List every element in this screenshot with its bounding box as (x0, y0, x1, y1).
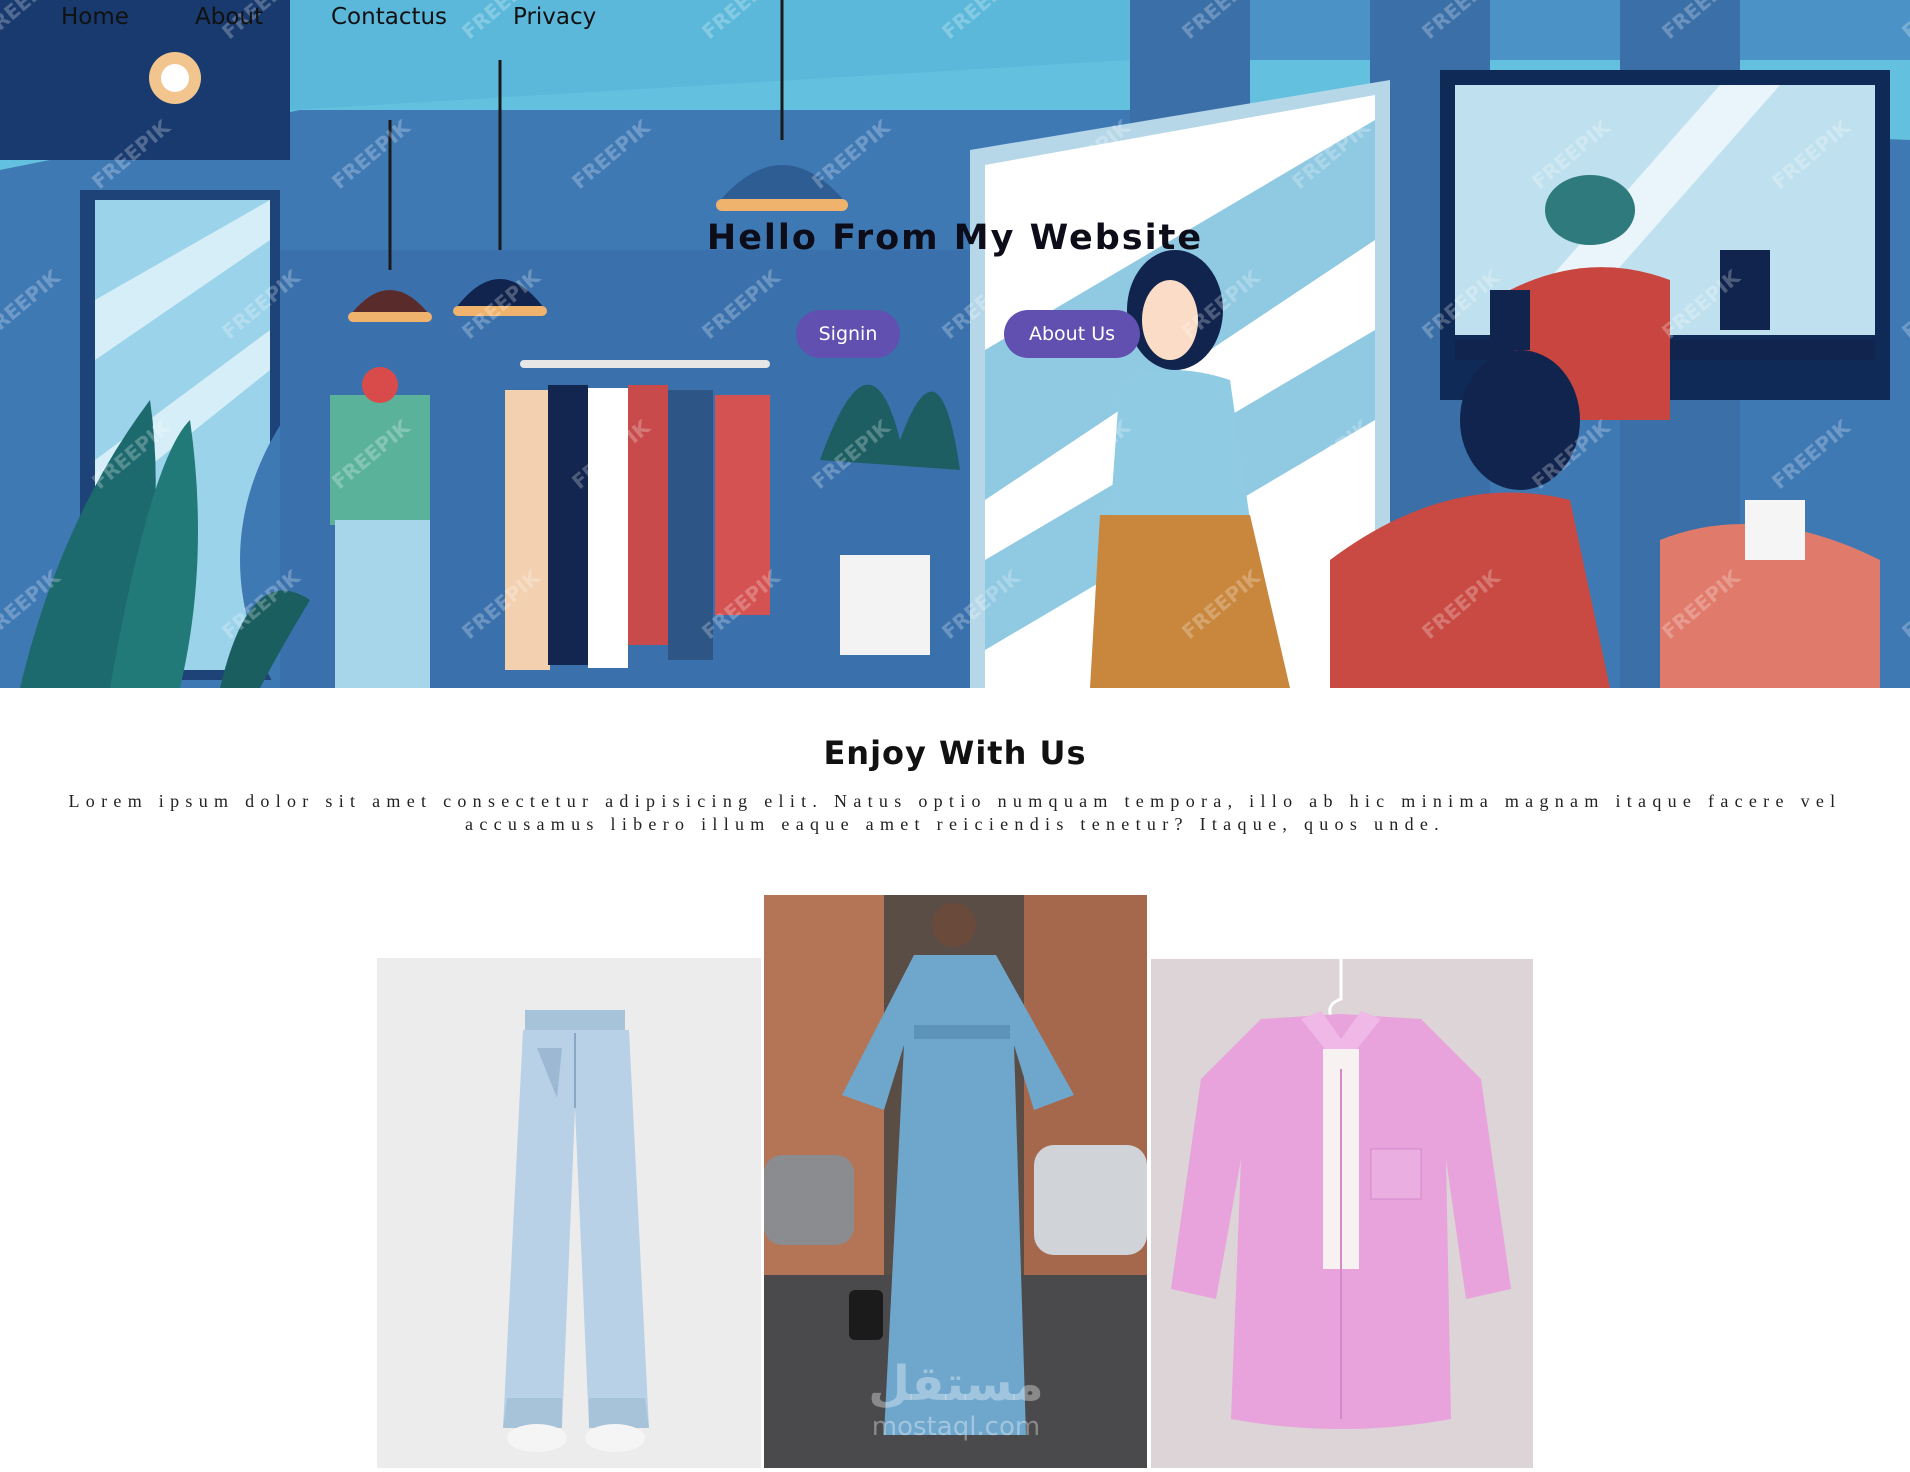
product-jeans-image[interactable] (377, 958, 761, 1468)
hero-illustration: FREEPIKFREEPIK FREEPIK FREEPIK FREEPIK FREEP… (0, 0, 1910, 688)
section-text: Lorem ipsum dolor sit amet consectetur a… (68, 791, 1842, 834)
signin-button[interactable]: Signin (796, 310, 900, 358)
nav-item-about[interactable]: About (195, 0, 263, 34)
section-title: Enjoy With Us (823, 734, 1087, 772)
product-shirt-image[interactable] (1151, 959, 1533, 1468)
about-us-button[interactable]: About Us (1004, 310, 1140, 358)
dress-photo: مستقل mostaql.com (764, 895, 1147, 1468)
watermark-arabic: مستقل (868, 1356, 1044, 1412)
nav-item-contactus[interactable]: Contactus (331, 0, 447, 34)
product-dress-image[interactable]: مستقل mostaql.com (764, 895, 1147, 1468)
hero-banner: FREEPIK FREEPIK FREEPIK FREEPIK FREEPIK FREEP… (0, 0, 1910, 688)
shirt-illustration (1151, 959, 1533, 1468)
jeans-illustration (377, 958, 761, 1468)
nav-item-home[interactable]: Home (61, 0, 129, 34)
watermark-latin: mostaql.com (872, 1412, 1040, 1442)
nav-item-privacy[interactable]: Privacy (513, 0, 596, 34)
hero-title: Hello From My Website (706, 218, 1204, 258)
top-nav: Home About Contactus Privacy (0, 0, 700, 34)
